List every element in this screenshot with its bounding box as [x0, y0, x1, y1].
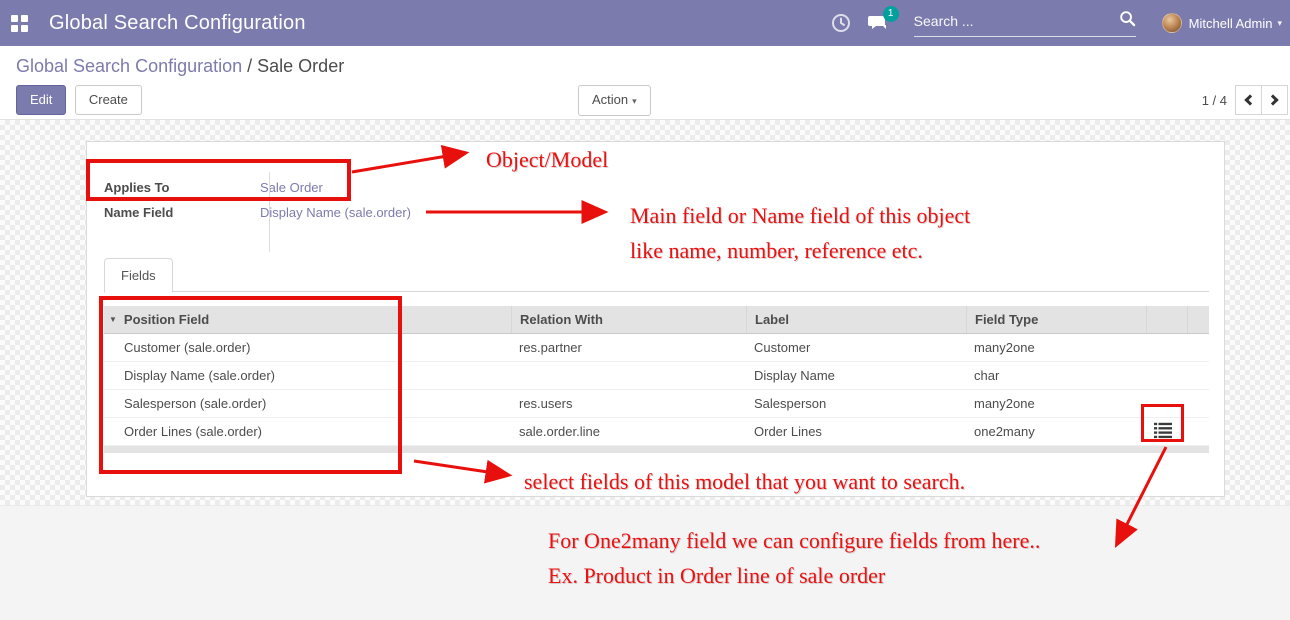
cell-spacer: [1187, 334, 1209, 361]
chevron-right-icon: [1267, 94, 1278, 105]
notebook: Fields: [104, 257, 1209, 292]
cell-relation: res.partner: [511, 334, 746, 361]
action-button[interactable]: Action▾: [578, 85, 651, 116]
sort-caret-icon: ▼: [109, 315, 117, 324]
breadcrumb-separator: /: [242, 56, 257, 76]
cell-position: Order Lines (sale.order): [104, 418, 511, 445]
cell-label: Salesperson: [746, 390, 966, 417]
column-header-config: [1146, 306, 1187, 333]
messages-count-badge: 1: [883, 6, 899, 22]
pager-value: 1 / 4: [1202, 93, 1227, 108]
create-button[interactable]: Create: [75, 85, 142, 115]
navbar-right: 1 Mitchell Admin ▾: [831, 10, 1290, 37]
global-search: [914, 10, 1136, 37]
chevron-down-icon: ▾: [632, 96, 637, 106]
app-title[interactable]: Global Search Configuration: [49, 12, 306, 35]
column-header-spacer: [1187, 306, 1209, 333]
cell-label: Customer: [746, 334, 966, 361]
chevron-left-icon: [1244, 94, 1255, 105]
cell-type: char: [966, 362, 1146, 389]
cell-position: Customer (sale.order): [104, 334, 511, 361]
pager-previous-button[interactable]: [1235, 85, 1262, 115]
pager-next-button[interactable]: [1261, 85, 1288, 115]
table-row[interactable]: Customer (sale.order) res.partner Custom…: [104, 334, 1209, 362]
top-navbar: Global Search Configuration 1: [0, 0, 1290, 46]
cell-spacer: [1187, 362, 1209, 389]
form-row-applies-to: Applies To Sale Order: [104, 175, 704, 200]
bottom-background: [0, 505, 1290, 620]
cell-spacer: [1187, 390, 1209, 417]
cell-type: many2one: [966, 334, 1146, 361]
applies-to-label: Applies To: [104, 180, 252, 195]
breadcrumb-parent-link[interactable]: Global Search Configuration: [16, 56, 242, 76]
form-row-name-field: Name Field Display Name (sale.order): [104, 200, 704, 225]
apps-menu-icon[interactable]: [11, 15, 28, 32]
button-row: Edit Create Action▾ 1 / 4: [0, 85, 1290, 125]
cell-config: [1146, 418, 1187, 445]
cell-config: [1146, 362, 1187, 389]
column-header-label[interactable]: Label: [746, 306, 966, 333]
edit-button[interactable]: Edit: [16, 85, 66, 115]
tab-fields[interactable]: Fields: [104, 258, 173, 293]
activities-clock-icon[interactable]: [831, 13, 851, 33]
avatar: [1162, 13, 1182, 33]
label-value-separator: [269, 172, 270, 252]
column-header-position-field[interactable]: ▼Position Field: [104, 306, 511, 333]
fields-table: ▼Position Field Relation With Label Fiel…: [104, 306, 1209, 453]
cell-relation: sale.order.line: [511, 418, 746, 445]
form-field-group: Applies To Sale Order Name Field Display…: [104, 175, 704, 225]
cell-config: [1146, 390, 1187, 417]
column-header-relation-with[interactable]: Relation With: [511, 306, 746, 333]
cell-relation: [511, 362, 746, 389]
breadcrumb-current: Sale Order: [257, 56, 344, 76]
table-footer: [104, 446, 1209, 453]
form-sheet: Applies To Sale Order Name Field Display…: [86, 141, 1225, 497]
cell-position: Display Name (sale.order): [104, 362, 511, 389]
configure-one2many-list-icon[interactable]: [1152, 421, 1174, 441]
table-row[interactable]: Salesperson (sale.order) res.users Sales…: [104, 390, 1209, 418]
content-area: Applies To Sale Order Name Field Display…: [0, 120, 1290, 505]
search-input[interactable]: [914, 13, 1119, 29]
chevron-down-icon: ▾: [1277, 18, 1282, 29]
cell-config: [1146, 334, 1187, 361]
table-row[interactable]: Order Lines (sale.order) sale.order.line…: [104, 418, 1209, 446]
table-header-row[interactable]: ▼Position Field Relation With Label Fiel…: [104, 306, 1209, 334]
control-panel: Global Search Configuration / Sale Order…: [0, 46, 1290, 120]
cell-label: Order Lines: [746, 418, 966, 445]
user-name: Mitchell Admin: [1189, 16, 1273, 31]
cell-type: one2many: [966, 418, 1146, 445]
breadcrumb: Global Search Configuration / Sale Order: [0, 46, 1290, 77]
cell-position: Salesperson (sale.order): [104, 390, 511, 417]
table-row[interactable]: Display Name (sale.order) Display Name c…: [104, 362, 1209, 390]
name-field-value[interactable]: Display Name (sale.order): [252, 205, 411, 220]
search-icon[interactable]: [1119, 10, 1136, 32]
name-field-label: Name Field: [104, 205, 252, 220]
pager: 1 / 4: [1202, 85, 1288, 115]
cell-type: many2one: [966, 390, 1146, 417]
user-menu[interactable]: Mitchell Admin ▾: [1162, 13, 1282, 33]
cell-spacer: [1187, 418, 1209, 445]
column-header-field-type[interactable]: Field Type: [966, 306, 1146, 333]
tab-bar: Fields: [104, 257, 1209, 292]
page: Global Search Configuration 1: [0, 0, 1290, 620]
messages-menu[interactable]: 1: [868, 13, 888, 33]
cell-relation: res.users: [511, 390, 746, 417]
cell-label: Display Name: [746, 362, 966, 389]
applies-to-value[interactable]: Sale Order: [252, 180, 323, 195]
